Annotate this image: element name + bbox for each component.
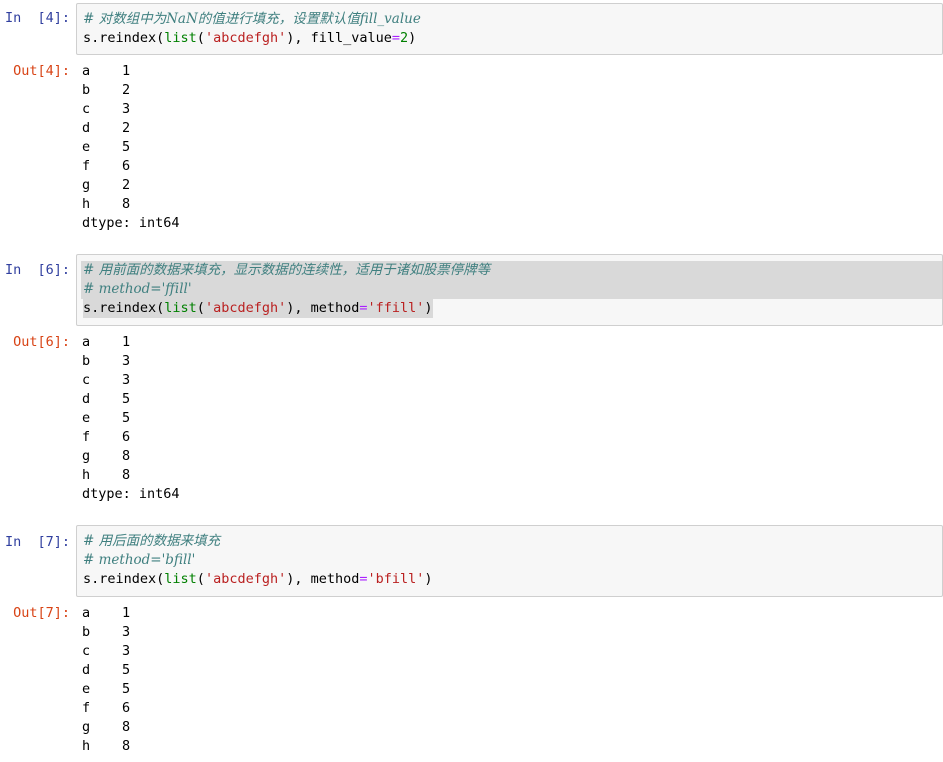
output-row: g8 xyxy=(82,719,131,735)
output-prompt: Out[7]: xyxy=(13,605,70,621)
code-comment: # method='bfill' xyxy=(83,552,196,568)
output-row: f6 xyxy=(82,429,131,445)
output-row: b2 xyxy=(82,82,131,98)
cell-output: a1 b2 c3 d2 e5 f6 g2 h8 dtype: int64 xyxy=(82,62,180,233)
output-row: c3 xyxy=(82,643,131,659)
output-row: b3 xyxy=(82,624,131,640)
dtype-line: dtype: int64 xyxy=(82,215,180,231)
output-row: c3 xyxy=(82,372,131,388)
output-row: b3 xyxy=(82,353,131,369)
code-comment: # 用后面的数据来填充 xyxy=(83,533,221,549)
code-line: # 用前面的数据来填充，显示数据的连续性，适用于诸如股票停牌等 xyxy=(81,261,942,280)
cell-output: a1 b3 c3 d5 e5 f6 g8 h8 dtype: int64 xyxy=(82,333,180,504)
output-row: a1 xyxy=(82,63,131,79)
code-input-area[interactable]: # 用后面的数据来填充 # method='bfill' s.reindex(l… xyxy=(76,525,943,597)
input-prompt: In [6]: xyxy=(4,262,70,278)
output-prompt: Out[4]: xyxy=(13,63,70,79)
code-line: # method='ffill' xyxy=(81,280,942,299)
code-line: # method='bfill' xyxy=(83,551,942,570)
code-input-area[interactable]: # 用前面的数据来填充，显示数据的连续性，适用于诸如股票停牌等 # method… xyxy=(76,254,943,326)
output-row: f6 xyxy=(82,158,131,174)
output-row: h8 xyxy=(82,467,131,483)
output-row: g2 xyxy=(82,177,131,193)
output-row: d2 xyxy=(82,120,131,136)
code-line: # 用后面的数据来填充 xyxy=(83,532,942,551)
dtype-line: dtype: int64 xyxy=(82,486,180,502)
code-comment: # 对数组中为NaN的值进行填充，设置默认值fill_value xyxy=(83,11,421,27)
output-row: e5 xyxy=(82,139,131,155)
output-row: c3 xyxy=(82,101,131,117)
output-row: f6 xyxy=(82,700,131,716)
code-comment: # 用前面的数据来填充，显示数据的连续性，适用于诸如股票停牌等 xyxy=(83,262,491,278)
output-row: g8 xyxy=(82,448,131,464)
output-row: a1 xyxy=(82,334,131,350)
code-line: s.reindex(list('abcdefgh'), method='ffil… xyxy=(83,299,433,318)
output-prompt: Out[6]: xyxy=(13,334,70,350)
output-row: h8 xyxy=(82,738,131,754)
output-row: a1 xyxy=(82,605,131,621)
output-row: d5 xyxy=(82,391,131,407)
code-line: # 对数组中为NaN的值进行填充，设置默认值fill_value xyxy=(83,10,942,29)
code-line: s.reindex(list('abcdefgh'), fill_value=2… xyxy=(83,30,417,46)
output-row: e5 xyxy=(82,681,131,697)
code-line: s.reindex(list('abcdefgh'), method='bfil… xyxy=(83,571,433,587)
input-prompt: In [7]: xyxy=(4,534,70,550)
output-row: h8 xyxy=(82,196,131,212)
code-comment: # method='ffill' xyxy=(83,281,192,297)
output-row: e5 xyxy=(82,410,131,426)
input-prompt: In [4]: xyxy=(4,10,70,26)
cell-output: a1 b3 c3 d5 e5 f6 g8 h8 xyxy=(82,604,130,756)
code-input-area[interactable]: # 对数组中为NaN的值进行填充，设置默认值fill_value s.reind… xyxy=(76,3,943,55)
output-row: d5 xyxy=(82,662,131,678)
